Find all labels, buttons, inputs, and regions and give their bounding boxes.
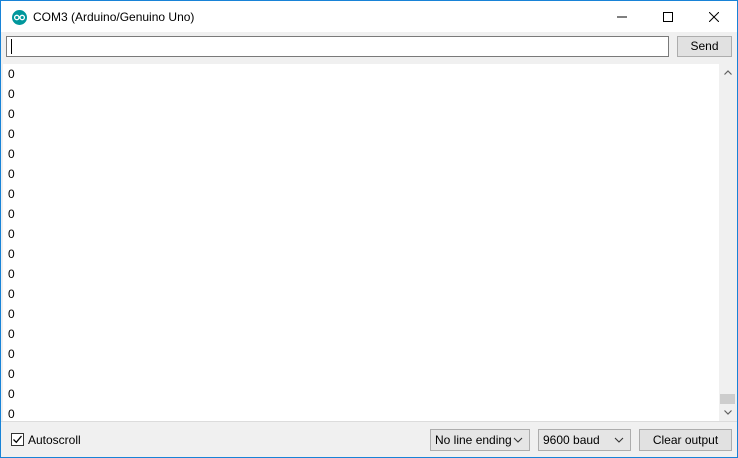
chevron-down-icon: [614, 437, 624, 443]
bottom-toolbar: Autoscroll No line ending 9600 baud Clea…: [1, 421, 737, 457]
output-line: 0: [8, 67, 15, 81]
scroll-down-icon: [723, 410, 732, 415]
scrollbar-thumb[interactable]: [720, 394, 735, 404]
text-caret: [11, 39, 12, 54]
vertical-scrollbar[interactable]: [719, 64, 736, 421]
minimize-icon: [617, 16, 627, 17]
window-title: COM3 (Arduino/Genuino Uno): [33, 10, 195, 24]
title-bar[interactable]: COM3 (Arduino/Genuino Uno): [1, 1, 737, 32]
output-line: 0: [8, 387, 15, 401]
line-ending-select[interactable]: No line ending: [430, 429, 530, 451]
maximize-icon: [663, 11, 673, 22]
autoscroll-label[interactable]: Autoscroll: [28, 433, 81, 447]
chevron-down-icon: [513, 437, 523, 443]
send-row: Send: [1, 32, 737, 64]
output-line: 0: [8, 287, 15, 301]
output-line: 0: [8, 147, 15, 161]
close-icon: [709, 11, 719, 22]
serial-output[interactable]: 0 0 0 0 0 0 0 0 0 0 0 0 0 0 0 0 0 0: [3, 64, 719, 421]
scroll-down-button[interactable]: [719, 404, 736, 421]
minimize-button[interactable]: [599, 1, 645, 32]
output-line: 0: [8, 107, 15, 121]
send-button[interactable]: Send: [677, 36, 732, 57]
output-line: 0: [8, 247, 15, 261]
output-line: 0: [8, 307, 15, 321]
output-line: 0: [8, 227, 15, 241]
output-line: 0: [8, 367, 15, 381]
output-line: 0: [8, 167, 15, 181]
baud-rate-select[interactable]: 9600 baud: [538, 429, 631, 451]
output-line: 0: [8, 127, 15, 141]
arduino-logo-icon: [12, 10, 27, 25]
output-line: 0: [8, 187, 15, 201]
serial-monitor-window: COM3 (Arduino/Genuino Uno) Send 00000000…: [0, 0, 738, 458]
autoscroll-checkbox[interactable]: [11, 433, 24, 446]
scroll-up-button[interactable]: [719, 64, 736, 81]
send-input[interactable]: [6, 36, 669, 57]
output-line: 0: [8, 347, 15, 361]
output-line: 0: [8, 207, 15, 221]
output-line: 0: [8, 87, 15, 101]
output-line: 0: [8, 327, 15, 341]
maximize-button[interactable]: [645, 1, 691, 32]
clear-output-button[interactable]: Clear output: [639, 429, 732, 451]
close-button[interactable]: [691, 1, 737, 32]
output-line: 0: [8, 407, 15, 421]
checkmark-icon: [13, 435, 22, 444]
scroll-up-icon: [723, 70, 732, 75]
line-ending-value: No line ending: [435, 433, 512, 447]
output-line: 0: [8, 267, 15, 281]
baud-rate-value: 9600 baud: [543, 433, 600, 447]
